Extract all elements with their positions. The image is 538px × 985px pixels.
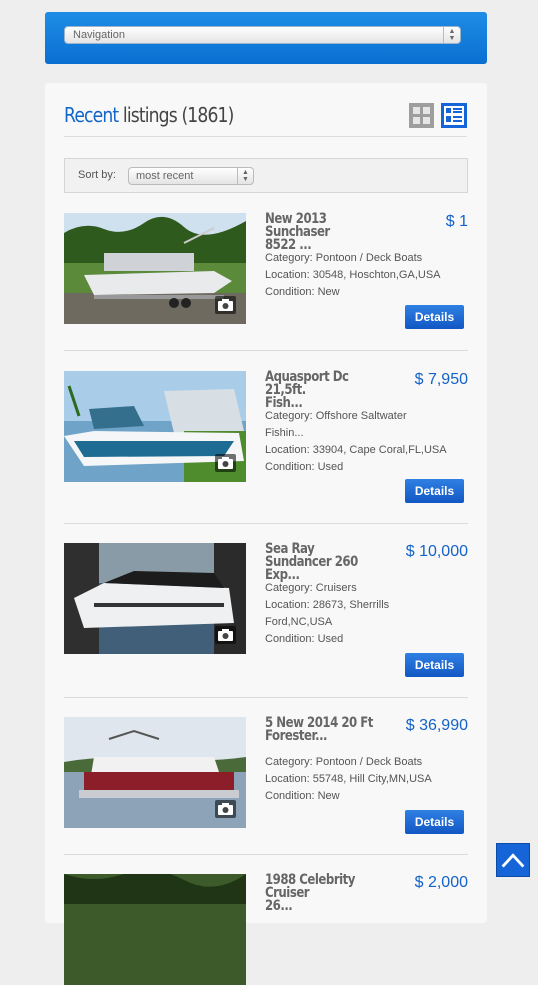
listing-category: Category: Pontoon / Deck Boats: [265, 252, 423, 264]
sort-bar: Sort by: most recent ▲ ▼: [64, 158, 468, 193]
listing-condition: Condition: Used: [265, 461, 344, 473]
divider: [64, 350, 468, 351]
page-title-accent: Recent: [64, 103, 119, 127]
listing-item: Aquasport Dc 21,5ft. Fish... $ 7,950 Cat…: [64, 370, 468, 506]
listing-title[interactable]: Sea Ray Sundancer 260 Exp...: [265, 542, 376, 582]
details-button[interactable]: Details: [405, 479, 464, 503]
listing-title[interactable]: 5 New 2014 20 Ft Forester...: [265, 716, 376, 743]
grid-view-icon[interactable]: [409, 103, 434, 128]
chevron-up-icon[interactable]: [496, 843, 530, 877]
listing-category: Category: Cruisers: [265, 582, 357, 594]
listing-item: 1988 Celebrity Cruiser 26... $ 2,000: [64, 873, 468, 985]
sort-select-value: most recent: [136, 170, 194, 182]
listing-meta: Category: Offshore Saltwater Fishin... L…: [265, 408, 465, 476]
listing-category: Category: Offshore Saltwater Fishin...: [265, 410, 407, 439]
listing-meta: Category: Pontoon / Deck Boats Location:…: [265, 754, 465, 805]
listing-photo[interactable]: [64, 543, 246, 654]
select-arrows-icon: ▲ ▼: [237, 168, 253, 184]
listing-title[interactable]: New 2013 Sunchaser 8522 ...: [265, 212, 376, 252]
details-button[interactable]: Details: [405, 305, 464, 329]
sort-label: Sort by:: [78, 169, 116, 181]
divider: [64, 854, 468, 855]
listing-item: Sea Ray Sundancer 260 Exp... $ 10,000 Ca…: [64, 542, 468, 678]
select-arrows-icon: ▲ ▼: [443, 27, 460, 43]
page-title: Recent listings (1861): [64, 103, 234, 127]
details-button[interactable]: Details: [405, 810, 464, 834]
camera-icon: [215, 626, 236, 644]
listing-title[interactable]: 1988 Celebrity Cruiser 26...: [265, 873, 376, 913]
listing-price: $ 10,000: [405, 543, 468, 560]
list-view-icon[interactable]: [441, 103, 467, 128]
listing-condition: Condition: Used: [265, 633, 344, 645]
listing-price: $ 7,950: [414, 371, 468, 388]
listing-meta: Category: Cruisers Location: 28673, Sher…: [265, 580, 465, 648]
divider: [64, 697, 468, 698]
listing-location: Location: 30548, Hoschton,GA,USA: [265, 269, 441, 281]
divider: [64, 136, 467, 137]
listing-price: $ 36,990: [405, 717, 468, 734]
listing-item: 5 New 2014 20 Ft Forester... $ 36,990 Ca…: [64, 716, 468, 852]
page-title-rest: listings (1861): [118, 103, 234, 127]
listing-location: Location: 55748, Hill City,MN,USA: [265, 773, 432, 785]
camera-icon: [215, 800, 236, 818]
listing-photo[interactable]: [64, 717, 246, 828]
listing-condition: Condition: New: [265, 286, 340, 298]
listing-category: Category: Pontoon / Deck Boats: [265, 756, 423, 768]
listing-photo[interactable]: [64, 213, 246, 324]
navigation-select[interactable]: Navigation ▲ ▼: [64, 26, 461, 44]
listing-location: Location: 33904, Cape Coral,FL,USA: [265, 444, 447, 456]
listing-item: New 2013 Sunchaser 8522 ... $ 1 Category…: [64, 212, 468, 348]
listing-price: $ 2,000: [414, 874, 468, 891]
listing-photo[interactable]: [64, 874, 246, 985]
listing-photo[interactable]: [64, 371, 246, 482]
camera-icon: [215, 454, 236, 472]
listings-panel: Recent listings (1861) Sort by: most rec…: [45, 83, 487, 985]
camera-icon: [215, 296, 236, 314]
listing-price: $ 1: [445, 213, 468, 230]
details-button[interactable]: Details: [405, 653, 464, 677]
listing-meta: Category: Pontoon / Deck Boats Location:…: [265, 250, 465, 301]
divider: [64, 523, 468, 524]
navigation-select-label: Navigation: [73, 29, 125, 41]
nav-bar: Navigation ▲ ▼: [45, 12, 487, 64]
sort-select[interactable]: most recent ▲ ▼: [128, 167, 254, 185]
listing-condition: Condition: New: [265, 790, 340, 802]
listing-location: Location: 28673, Sherrills Ford,NC,USA: [265, 599, 390, 628]
listing-title[interactable]: Aquasport Dc 21,5ft. Fish...: [265, 370, 376, 410]
